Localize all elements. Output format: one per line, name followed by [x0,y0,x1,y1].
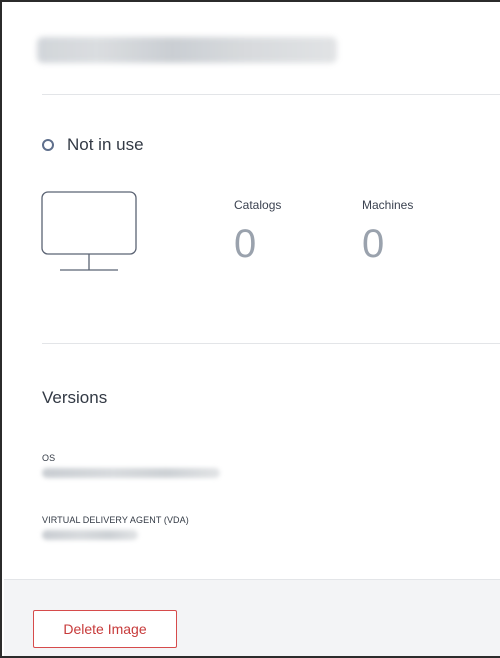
os-value-redacted [42,468,220,478]
os-label: OS [42,453,56,463]
versions-heading: Versions [42,388,108,407]
divider [42,343,500,344]
machines-label: Machines [362,198,414,212]
catalogs-label: Catalogs [234,198,282,212]
catalogs-stat: Catalogs 0 [234,198,281,264]
image-details-panel: Not in use Catalogs 0 Machines 0 Version… [0,0,500,658]
status-indicator: Not in use [42,134,144,156]
delete-image-button[interactable]: Delete Image [33,610,177,648]
divider [42,94,500,95]
catalogs-count: 0 [234,222,257,266]
image-name-redacted [37,37,337,63]
vda-value-redacted [42,530,138,540]
machines-count: 0 [362,222,385,266]
machines-stat: Machines 0 [362,198,413,264]
hollow-circle-icon [42,139,54,151]
status-text: Not in use [67,135,144,154]
panel-header [4,4,500,100]
vda-label: VIRTUAL DELIVERY AGENT (VDA) [42,515,189,525]
panel-footer: Delete Image [4,579,500,656]
monitor-icon [40,190,140,285]
